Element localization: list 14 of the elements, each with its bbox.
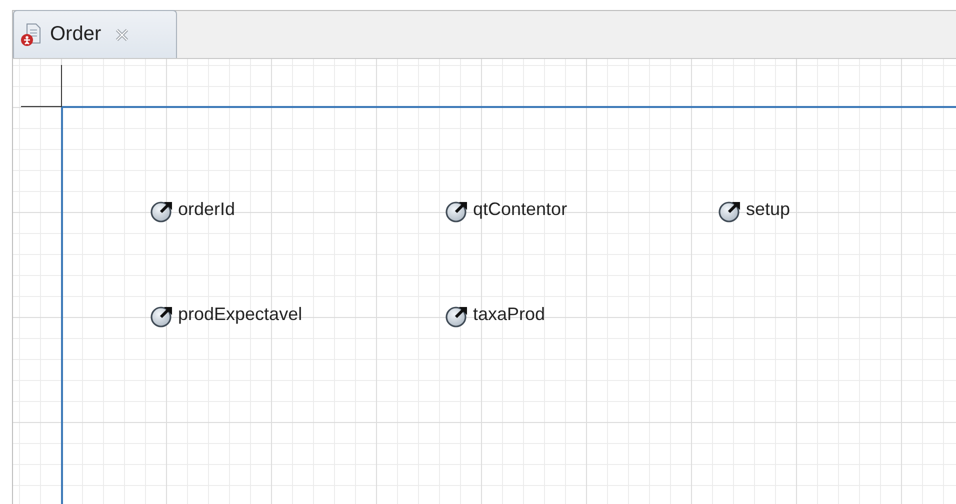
tab-title: Order xyxy=(50,23,102,46)
gauge-icon[interactable] xyxy=(718,199,742,223)
variable-label[interactable]: qtContentor xyxy=(473,199,568,220)
variable-label[interactable]: taxaProd xyxy=(473,304,546,325)
gauge-icon[interactable] xyxy=(445,304,469,328)
variable-label[interactable]: prodExpectavel xyxy=(178,304,302,325)
document-icon xyxy=(20,22,42,46)
editor-tab[interactable]: Order xyxy=(13,10,177,58)
variable-label[interactable]: setup xyxy=(746,199,790,220)
variable-label[interactable]: orderId xyxy=(178,199,236,220)
gauge-icon[interactable] xyxy=(150,199,174,223)
gauge-icon[interactable] xyxy=(445,199,469,223)
gauge-icon[interactable] xyxy=(150,304,174,328)
close-icon[interactable] xyxy=(115,28,130,42)
